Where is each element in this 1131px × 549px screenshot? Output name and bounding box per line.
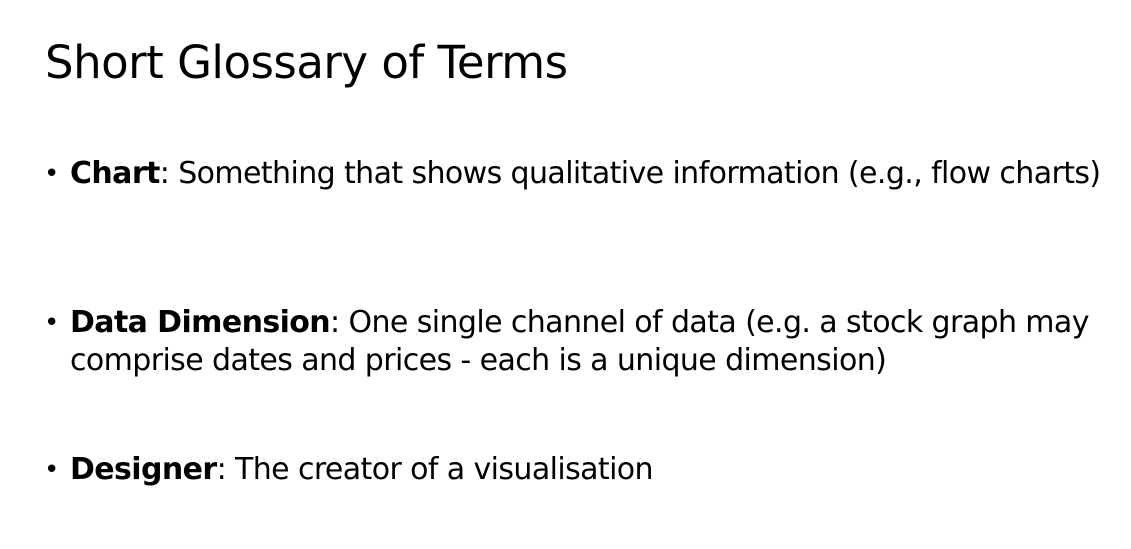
glossary-definition: : Something that shows qualitative infor… xyxy=(159,156,1101,191)
glossary-item-designer: • Designer: The creator of a visualisati… xyxy=(44,451,1119,489)
glossary-term: Designer xyxy=(70,452,217,487)
glossary-term: Chart xyxy=(70,156,160,191)
glossary-entry-text: Chart: Something that shows qualitative … xyxy=(70,155,1119,193)
bullet-icon: • xyxy=(44,455,59,485)
glossary-item-data-dimension: • Data Dimension: One single channel of … xyxy=(44,304,1119,380)
glossary-entry-text: Designer: The creator of a visualisation xyxy=(70,451,1119,489)
bullet-icon: • xyxy=(44,308,59,338)
glossary-entry-text: Data Dimension: One single channel of da… xyxy=(70,304,1119,380)
slide: Short Glossary of Terms • Chart: Somethi… xyxy=(0,0,1131,549)
slide-title: Short Glossary of Terms xyxy=(45,36,568,89)
glossary-term: Data Dimension xyxy=(70,305,331,340)
bullet-icon: • xyxy=(44,159,59,189)
glossary-item-chart: • Chart: Something that shows qualitativ… xyxy=(44,155,1119,193)
glossary-definition: : The creator of a visualisation xyxy=(216,452,654,487)
